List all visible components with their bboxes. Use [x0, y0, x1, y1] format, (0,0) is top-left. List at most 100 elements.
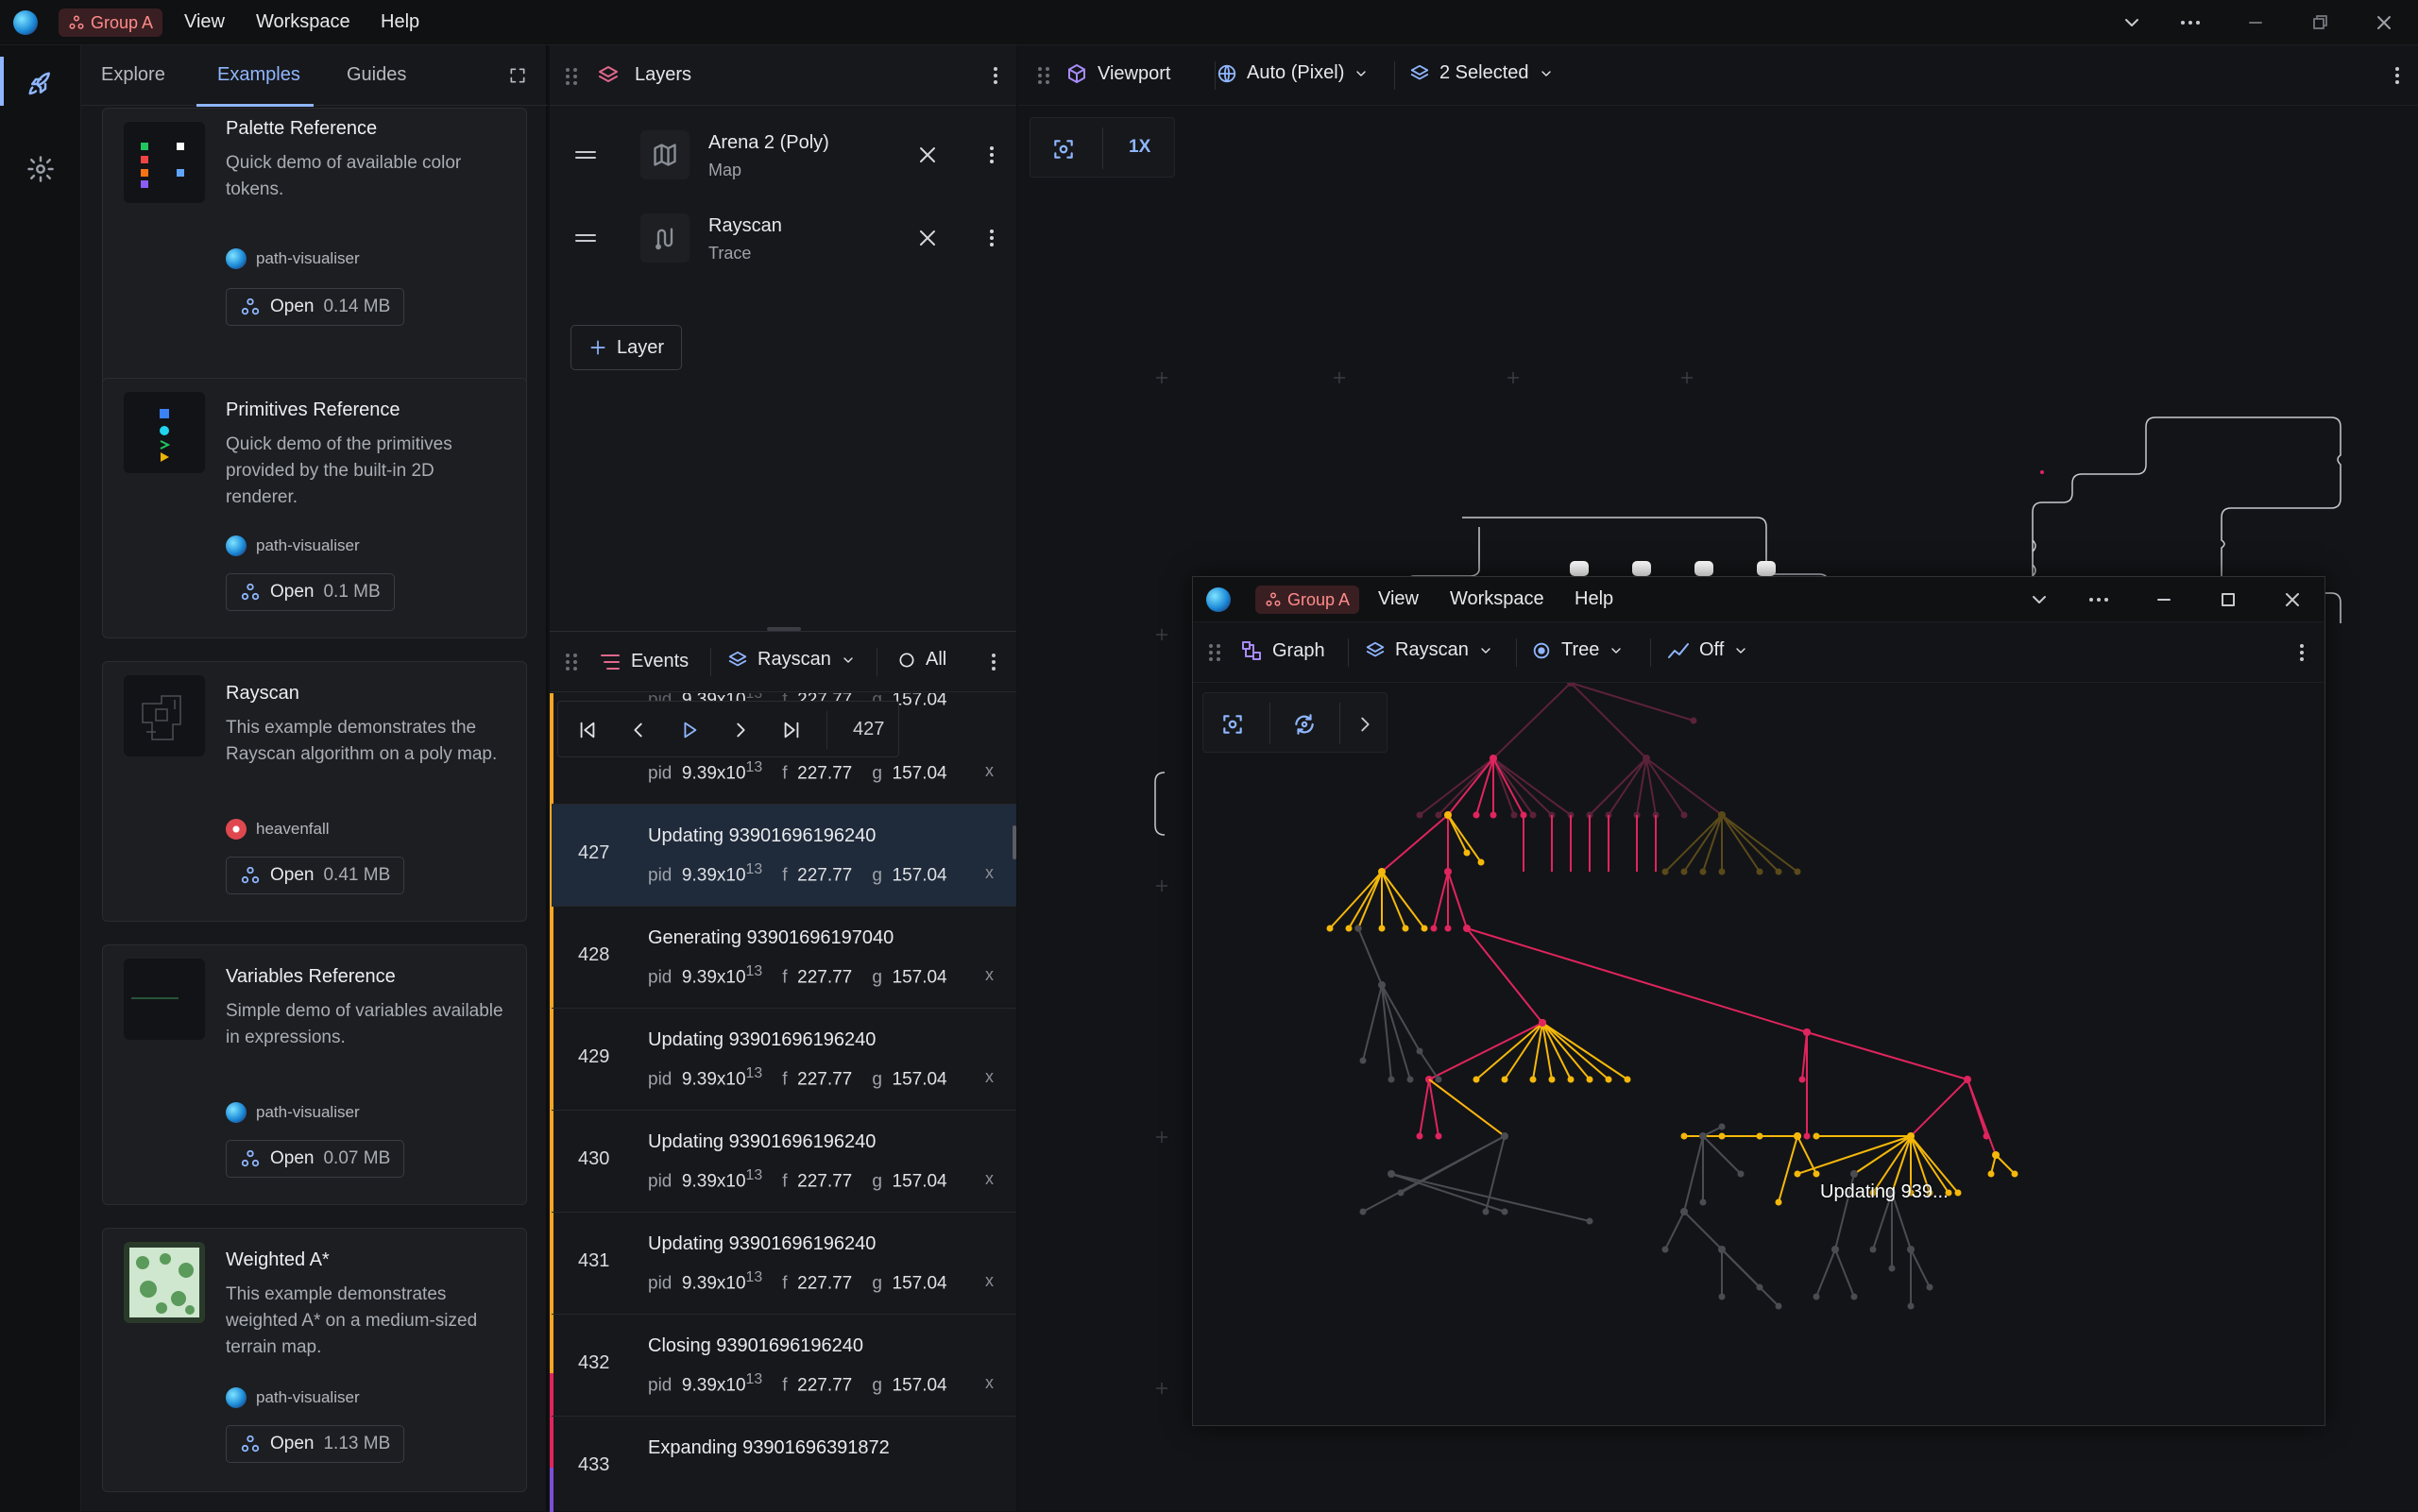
- search-tree-graph[interactable]: [1193, 683, 2324, 1425]
- example-card[interactable]: Variables Reference Simple demo of varia…: [102, 944, 527, 1205]
- event-row[interactable]: 429 Updating 93901696196240 pid 9.39x1013…: [552, 1009, 1016, 1111]
- event-row[interactable]: 433 Expanding 93901696391872: [552, 1417, 1016, 1512]
- event-row[interactable]: 431 Updating 93901696196240 pid 9.39x1013…: [552, 1213, 1016, 1315]
- event-dismiss[interactable]: x: [985, 965, 994, 985]
- drag-handle-icon[interactable]: [1208, 642, 1221, 663]
- drag-handle-icon[interactable]: [574, 145, 597, 164]
- event-filter[interactable]: All: [897, 649, 946, 671]
- tree-node: [1794, 1132, 1801, 1140]
- tree-node: [1416, 1132, 1423, 1140]
- event-title: Generating 93901696197040: [648, 927, 894, 948]
- event-row[interactable]: 432 Closing 93901696196240 pid 9.39x1013 …: [552, 1315, 1016, 1417]
- graph-layout-select[interactable]: Tree: [1531, 639, 1624, 661]
- tree-edge: [1428, 1079, 1506, 1137]
- chevron-down-icon[interactable]: [2028, 588, 2051, 611]
- drag-handle-icon[interactable]: [574, 229, 597, 247]
- example-card[interactable]: Weighted A* This example demonstrates we…: [102, 1228, 527, 1492]
- event-step: 433: [578, 1454, 610, 1475]
- graph-trend-select[interactable]: Off: [1667, 639, 1748, 661]
- step-forward-icon[interactable]: [730, 720, 751, 740]
- menu-help[interactable]: Help: [1575, 588, 1613, 610]
- tab-guides[interactable]: Guides: [347, 64, 406, 86]
- drag-handle-icon[interactable]: [1037, 65, 1050, 86]
- graph-layer-select[interactable]: Rayscan: [1365, 639, 1493, 661]
- render-mode-select[interactable]: Auto (Pixel): [1217, 62, 1369, 84]
- expand-icon[interactable]: [508, 66, 527, 85]
- close-icon[interactable]: [2373, 11, 2395, 34]
- more-vertical-icon[interactable]: [984, 64, 1007, 87]
- drag-handle-icon[interactable]: [565, 66, 578, 87]
- menu-workspace[interactable]: Workspace: [1450, 588, 1544, 610]
- layer-item[interactable]: Arena 2 (Poly) Map: [550, 117, 1016, 200]
- skip-start-icon[interactable]: [577, 720, 598, 740]
- menu-view[interactable]: View: [1378, 588, 1419, 610]
- event-layer-select[interactable]: Rayscan: [727, 649, 856, 671]
- menu-help[interactable]: Help: [381, 11, 419, 33]
- step-back-icon[interactable]: [628, 720, 649, 740]
- more-horizontal-icon[interactable]: [2178, 11, 2203, 34]
- event-row[interactable]: 427 Updating 93901696196240 pid 9.39x1013…: [552, 805, 1016, 907]
- current-step[interactable]: 427: [853, 719, 884, 740]
- menu-workspace[interactable]: Workspace: [256, 11, 350, 33]
- example-card[interactable]: Palette Reference Quick demo of availabl…: [102, 108, 527, 402]
- group-chip[interactable]: Group A: [59, 8, 163, 37]
- open-button[interactable]: Open 1.13 MB: [226, 1425, 405, 1463]
- tree-node: [1359, 1057, 1367, 1064]
- menu-view[interactable]: View: [184, 11, 225, 33]
- event-row[interactable]: 430 Updating 93901696196240 pid 9.39x1013…: [552, 1111, 1016, 1213]
- close-icon[interactable]: [2281, 588, 2304, 611]
- example-card[interactable]: Rayscan This example demonstrates the Ra…: [102, 661, 527, 922]
- globe-icon: [1218, 64, 1236, 82]
- restore-icon[interactable]: [2308, 11, 2331, 34]
- tree-node: [1794, 1170, 1801, 1178]
- open-button[interactable]: Open 0.14 MB: [226, 288, 405, 326]
- scrollbar-thumb[interactable]: [1013, 825, 1016, 859]
- tree-node: [1430, 925, 1438, 932]
- layers-panel: Layers Arena 2 (Poly) Map Rayscan Trace …: [550, 45, 1016, 631]
- tree-edge: [1348, 871, 1383, 929]
- more-horizontal-icon[interactable]: [2086, 588, 2111, 611]
- drag-handle-icon[interactable]: [565, 652, 578, 672]
- event-dismiss[interactable]: x: [985, 863, 994, 883]
- open-button[interactable]: Open 0.07 MB: [226, 1140, 405, 1178]
- close-icon[interactable]: [916, 227, 939, 249]
- event-dismiss[interactable]: x: [985, 1271, 994, 1291]
- minimize-icon[interactable]: [2244, 11, 2267, 34]
- viewport-title-label: Viewport: [1098, 62, 1171, 84]
- tree-node: [1850, 1170, 1858, 1178]
- tab-explore[interactable]: Explore: [101, 64, 165, 86]
- tree-node: [1402, 925, 1409, 932]
- maximize-icon[interactable]: [2217, 588, 2239, 611]
- panel-tabs: Explore Examples Guides: [81, 45, 548, 107]
- event-dismiss[interactable]: x: [985, 1373, 994, 1393]
- rocket-icon[interactable]: [26, 70, 55, 98]
- tab-examples[interactable]: Examples: [217, 64, 300, 86]
- map-obstacles: [1570, 561, 1776, 576]
- skip-end-icon[interactable]: [781, 720, 802, 740]
- more-vertical-icon[interactable]: [2290, 641, 2313, 664]
- play-icon[interactable]: [679, 720, 700, 740]
- minimize-icon[interactable]: [2153, 588, 2175, 611]
- event-dismiss[interactable]: x: [985, 1067, 994, 1087]
- more-vertical-icon[interactable]: [980, 144, 1003, 166]
- selection-select[interactable]: 2 Selected: [1409, 62, 1554, 84]
- more-vertical-icon[interactable]: [982, 651, 1005, 673]
- open-button[interactable]: Open 0.41 MB: [226, 857, 405, 894]
- event-row[interactable]: 428 Generating 93901696197040 pid 9.39x10…: [552, 907, 1016, 1009]
- workspace-icon: [69, 15, 84, 29]
- more-vertical-icon[interactable]: [980, 227, 1003, 249]
- open-button[interactable]: Open 0.1 MB: [226, 573, 395, 611]
- group-chip[interactable]: Group A: [1255, 586, 1360, 614]
- event-dismiss[interactable]: x: [985, 1169, 994, 1189]
- layer-item[interactable]: Rayscan Trace: [550, 200, 1016, 283]
- example-card[interactable]: Primitives Reference Quick demo of the p…: [102, 378, 527, 638]
- gear-icon[interactable]: [26, 155, 55, 183]
- more-vertical-icon[interactable]: [2386, 64, 2409, 87]
- events-list: pid 9.39x1013 f 227.77 g 157.04 426 Gene…: [550, 693, 1016, 1512]
- event-dismiss[interactable]: x: [985, 761, 994, 781]
- chevron-down-icon[interactable]: [2120, 11, 2143, 34]
- close-icon[interactable]: [916, 144, 939, 166]
- tree-edge: [1721, 814, 1779, 873]
- add-layer-button[interactable]: Layer: [570, 325, 683, 370]
- graph-title: Graph: [1240, 639, 1325, 662]
